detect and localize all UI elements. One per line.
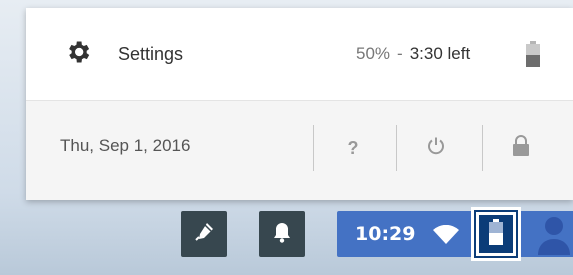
divider bbox=[313, 125, 314, 171]
help-icon: ? bbox=[347, 137, 359, 158]
battery-status: 50% - 3:30 left bbox=[356, 37, 470, 71]
bell-icon bbox=[272, 221, 292, 248]
settings-label: Settings bbox=[118, 43, 184, 64]
status-tray[interactable]: 10:29 bbox=[337, 207, 573, 261]
lock-button[interactable] bbox=[504, 131, 538, 165]
divider bbox=[482, 125, 483, 171]
date-label: Thu, Sep 1, 2016 bbox=[60, 136, 191, 155]
system-menu-top-row: Settings 50% - 3:30 left bbox=[26, 8, 573, 101]
lock-icon bbox=[512, 134, 530, 162]
battery-icon bbox=[489, 218, 503, 250]
wifi-icon bbox=[433, 224, 459, 250]
battery-tray-highlight[interactable] bbox=[471, 207, 521, 261]
user-avatar-icon[interactable] bbox=[536, 215, 572, 260]
clock: 10:29 bbox=[355, 223, 416, 245]
battery-time-left: 3:30 left bbox=[409, 44, 471, 63]
stylus-tools-button[interactable] bbox=[181, 211, 227, 257]
battery-icon bbox=[526, 41, 540, 72]
battery-separator: - bbox=[397, 44, 403, 63]
notifications-button[interactable] bbox=[259, 211, 305, 257]
divider bbox=[396, 125, 397, 171]
settings-button[interactable]: Settings bbox=[64, 37, 183, 71]
power-button[interactable] bbox=[419, 131, 453, 165]
power-icon bbox=[426, 136, 446, 161]
battery-percent: 50% bbox=[356, 44, 391, 63]
gear-icon bbox=[64, 38, 92, 71]
help-button[interactable]: ? bbox=[336, 131, 370, 165]
battery-tray-button[interactable] bbox=[476, 212, 516, 256]
system-menu-bottom-row: Thu, Sep 1, 2016 ? bbox=[26, 101, 573, 200]
stylus-icon bbox=[193, 221, 215, 248]
system-menu-popup: Settings 50% - 3:30 left Thu, Sep 1, 201… bbox=[26, 8, 573, 200]
